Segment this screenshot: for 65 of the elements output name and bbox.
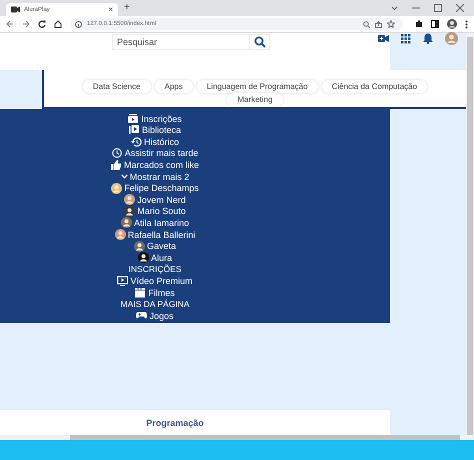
share-icon[interactable] (375, 20, 382, 28)
sidebar-link[interactable]: Jogos (136, 310, 174, 321)
search-icon (254, 36, 266, 48)
channel-link[interactable]: Mario Souto (124, 206, 186, 217)
apps-grid-icon[interactable] (401, 34, 411, 44)
category-chip[interactable]: Linguagem de Programação (196, 80, 318, 93)
back-icon[interactable] (6, 20, 14, 28)
chevron-down-icon (120, 174, 128, 180)
close-icon[interactable] (456, 4, 464, 12)
vertical-scrollbar[interactable] (466, 33, 474, 440)
reload-icon[interactable] (38, 20, 46, 28)
horizontal-scrollbar[interactable] (0, 435, 466, 440)
video-plus-icon[interactable] (378, 34, 389, 43)
star-icon[interactable] (387, 20, 395, 28)
video-icon (11, 6, 20, 13)
avatar-icon (134, 240, 145, 252)
section-heading: INSCRIÇÕES (128, 264, 182, 274)
sidebar-link[interactable]: Assistir mais tarde (112, 148, 198, 158)
channel-link[interactable]: Rafaella Ballerini (114, 229, 196, 240)
tv-play-icon (117, 276, 128, 286)
category-chip[interactable]: Data Science (82, 80, 150, 93)
subscriptions-icon (128, 114, 140, 124)
info-icon (75, 20, 82, 28)
show-more-button[interactable]: Mostrar mais 2 (120, 172, 190, 182)
menu-icon[interactable] (465, 20, 468, 28)
category-chip[interactable]: Apps (154, 80, 193, 93)
bell-icon[interactable] (423, 33, 433, 44)
sidebar-link[interactable]: Marcados com like (110, 160, 200, 170)
clapperboard-icon (135, 288, 146, 298)
close-tab-button[interactable]: × (108, 6, 113, 14)
category-chip[interactable]: Ciência da Computação (322, 80, 428, 93)
channel-link[interactable]: Gaveta (134, 240, 176, 252)
section-heading: MAIS DA PÁGINA (120, 299, 190, 310)
new-tab-button[interactable]: + (124, 2, 130, 14)
sidebar-link[interactable]: Histórico (130, 136, 179, 147)
channel-link[interactable]: Felipe Deschamps (111, 182, 199, 194)
zoom-icon[interactable] (363, 20, 370, 28)
chevron-down-icon[interactable] (391, 6, 398, 10)
avatar-icon (111, 182, 122, 194)
clock-icon (112, 148, 123, 158)
home-icon[interactable] (54, 20, 62, 28)
sidebar-link[interactable]: Vídeo Premium (117, 276, 193, 286)
channel-link[interactable]: Jovem Nerd (124, 194, 186, 206)
forward-icon[interactable] (22, 20, 30, 28)
sidebar-icon[interactable] (431, 20, 439, 28)
gamepad-icon (136, 310, 148, 321)
avatar-icon (114, 229, 126, 240)
category-chip[interactable]: Marketing (227, 92, 283, 106)
avatar-icon (124, 194, 136, 206)
profile-avatar-icon[interactable] (447, 19, 457, 29)
search-bar[interactable]: Pesquisar (112, 34, 270, 50)
history-icon (130, 136, 142, 147)
sidebar-link[interactable]: Biblioteca (128, 125, 182, 136)
avatar-icon (120, 217, 132, 228)
channel-link[interactable]: Atila Iamarino (120, 217, 190, 228)
avatar-icon (124, 206, 136, 217)
channel-link[interactable]: Alura (138, 252, 172, 264)
sidebar-link[interactable]: Inscrições (128, 114, 182, 124)
library-icon (128, 125, 140, 136)
avatar-icon (138, 252, 149, 264)
maximize-icon[interactable] (434, 4, 442, 12)
section-title: Programação (146, 418, 204, 428)
search-button[interactable] (249, 35, 269, 49)
sidebar-link[interactable]: Filmes (135, 288, 175, 298)
thumbs-up-icon (110, 160, 122, 170)
